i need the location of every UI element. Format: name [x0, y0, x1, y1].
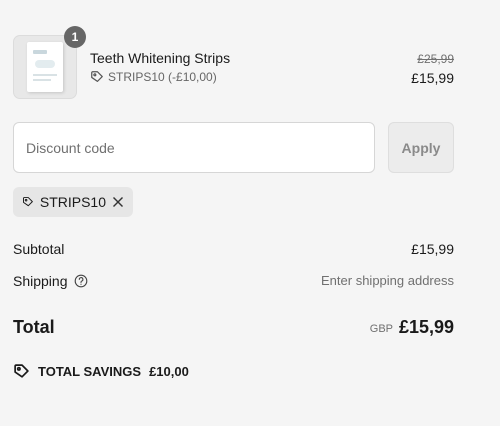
shipping-value: Enter shipping address — [321, 273, 454, 288]
product-discount-text: STRIPS10 (-£10,00) — [108, 70, 217, 84]
close-icon — [113, 197, 123, 207]
original-price: £25,99 — [417, 52, 454, 66]
applied-discount-chip: STRIPS10 — [13, 187, 133, 217]
product-thumbnail: 1 — [13, 26, 86, 99]
remove-discount-button[interactable] — [112, 195, 124, 209]
total-value: £15,99 — [398, 317, 454, 337]
total-label: Total — [13, 317, 55, 337]
tag-icon — [91, 71, 103, 82]
subtotal-label: Subtotal — [13, 241, 65, 257]
savings-value: £10,00 — [149, 364, 189, 379]
shipping-row-label: Shipping — [13, 273, 88, 289]
apply-button[interactable]: Apply — [388, 122, 454, 173]
tag-icon — [14, 364, 29, 378]
discount-code-input[interactable] — [13, 122, 375, 173]
product-discount: STRIPS10 (-£10,00) — [90, 70, 217, 84]
total-savings: TOTAL SAVINGS £10,00 — [13, 363, 189, 380]
order-summary: 1 Teeth Whitening Strips STRIPS10 (-£10,… — [0, 0, 500, 426]
tag-icon — [23, 197, 33, 207]
product-name: Teeth Whitening Strips — [90, 50, 231, 66]
subtotal-value: £15,99 — [411, 241, 454, 257]
quantity-badge: 1 — [64, 26, 86, 48]
shipping-label: Shipping — [13, 273, 68, 289]
product-box-graphic — [27, 42, 63, 92]
applied-code-text: STRIPS10 — [39, 194, 106, 210]
currency-code: GBP — [369, 323, 393, 335]
savings-label: TOTAL SAVINGS — [38, 364, 142, 379]
item-price: £15,99 — [411, 70, 454, 86]
help-icon[interactable] — [74, 274, 88, 288]
